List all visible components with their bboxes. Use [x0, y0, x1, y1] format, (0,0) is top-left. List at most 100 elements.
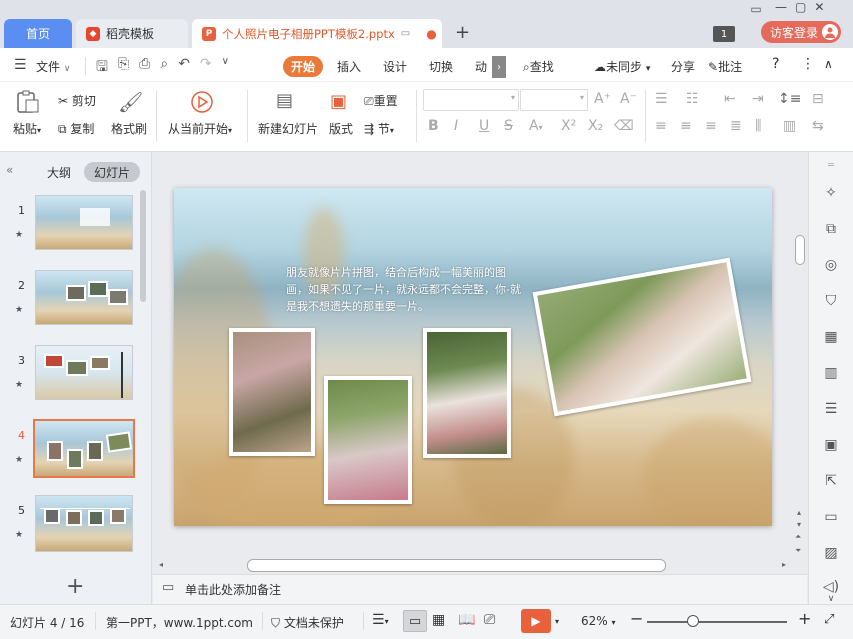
direction-icon[interactable]: ⇆ — [812, 118, 824, 134]
redo-icon[interactable]: ↷ — [200, 56, 212, 80]
menu-tab-design[interactable]: 设计 — [383, 58, 407, 75]
menu-tab-animation[interactable]: 动 — [475, 58, 487, 75]
close-icon[interactable]: ✕ — [814, 0, 824, 18]
slide-text-box[interactable]: 朋友就像片片拼图，结合后构成一幅美丽的图画，如果不见了一片，就永远都不会完整，你… — [286, 264, 526, 315]
bold-icon[interactable]: B — [428, 118, 439, 134]
scroll-right-icon[interactable]: ▸ — [782, 560, 786, 569]
drag-handle-icon[interactable]: ═ — [822, 156, 840, 174]
fill-icon[interactable]: ⛉ — [822, 292, 840, 310]
normal-view-icon[interactable]: ▭ — [403, 610, 427, 632]
italic-icon[interactable]: I — [454, 118, 458, 134]
maximize-icon[interactable]: ▢ — [795, 0, 806, 18]
guest-login-button[interactable]: 访客登录 — [761, 21, 841, 43]
slide-thumbnail[interactable] — [35, 270, 133, 325]
collapse-panel-icon[interactable]: « — [6, 163, 13, 177]
next-slide-icon[interactable]: ⏷ — [795, 546, 801, 556]
reset-button[interactable]: ⎚重置 — [364, 92, 398, 109]
add-slide-button[interactable]: + — [66, 574, 84, 599]
distribute-icon[interactable]: ⫼ — [755, 118, 761, 134]
section-button[interactable]: ⇶ 节▾ — [364, 120, 394, 137]
photo-frame[interactable] — [229, 328, 315, 456]
help-icon[interactable]: ? — [772, 56, 779, 72]
presenter-view-icon[interactable]: ⎚ — [484, 612, 495, 628]
new-slide-icon[interactable]: ▤ — [276, 90, 293, 111]
share-button[interactable]: 分享 — [671, 58, 695, 75]
collapse-ribbon-icon[interactable]: ∧ — [824, 57, 833, 71]
justify-icon[interactable]: ≣ — [730, 118, 742, 134]
strikethrough-icon[interactable]: S — [504, 118, 513, 134]
zoom-in-icon[interactable]: + — [798, 609, 811, 628]
prev-slide-icon[interactable]: ⏶ — [795, 532, 801, 542]
document-protection[interactable]: ⛉ 文档未保护 — [271, 614, 344, 631]
tab-daoke-templates[interactable]: ◆ 稻壳模板 — [76, 19, 188, 48]
copy-button[interactable]: ⧉ 复制 — [58, 120, 94, 137]
sync-status[interactable]: ☁未同步 ▾ — [594, 58, 650, 75]
annotate-button[interactable]: ✎批注 — [708, 58, 742, 75]
settings-sliders-icon[interactable]: ☰ — [822, 400, 840, 418]
zoom-out-icon[interactable]: − — [630, 609, 643, 628]
menu-tab-start[interactable]: 开始 — [283, 56, 323, 77]
menu-scroll-right-icon[interactable]: › — [492, 56, 506, 78]
print-preview-icon[interactable]: ⌕ — [160, 56, 168, 80]
slide-thumbnail[interactable] — [35, 345, 133, 400]
underline-icon[interactable]: U — [479, 118, 489, 134]
share-out-icon[interactable]: ⇱ — [822, 472, 840, 490]
picture-icon[interactable]: ▨ — [822, 544, 840, 562]
vertical-scroll-thumb[interactable] — [795, 235, 805, 265]
font-color-icon[interactable]: A▾ — [529, 118, 543, 134]
decrease-font-icon[interactable]: A⁻ — [620, 91, 637, 107]
columns-icon[interactable]: ▥ — [783, 118, 796, 134]
align-center-icon[interactable]: ≡ — [680, 118, 692, 134]
photo-frame[interactable] — [532, 257, 752, 417]
increase-font-icon[interactable]: A⁺ — [594, 91, 611, 107]
slideshow-play-button[interactable]: ▶ — [521, 609, 551, 633]
zoom-level[interactable]: 62% ▾ — [581, 614, 616, 628]
layout-icon[interactable]: ▣ — [330, 91, 347, 112]
archive-icon[interactable]: ▭ — [822, 508, 840, 526]
font-family-select[interactable]: ▾ — [423, 89, 519, 111]
notes-toggle-icon[interactable]: ☰▾ — [372, 612, 389, 628]
scroll-up-icon[interactable]: ▴ — [797, 508, 801, 517]
menu-tab-transition[interactable]: 切换 — [429, 58, 453, 75]
paste-button[interactable]: 粘贴▾ — [13, 120, 41, 137]
export-icon[interactable]: ⎘ — [118, 56, 129, 80]
align-left-icon[interactable]: ≡ — [655, 118, 667, 134]
grid-layout-icon[interactable]: ▦ — [822, 328, 840, 346]
reading-view-icon[interactable]: 📖 — [458, 612, 475, 628]
paste-icon[interactable] — [14, 90, 40, 114]
notes-placeholder[interactable]: 单击此处添加备注 — [185, 581, 281, 598]
photo-frame[interactable] — [423, 328, 511, 458]
horizontal-scroll-thumb[interactable] — [247, 559, 666, 572]
format-painter-icon[interactable]: 🖌 — [118, 90, 143, 114]
slide-thumbnail[interactable] — [35, 195, 133, 250]
slide-thumbnail[interactable] — [35, 495, 133, 552]
tab-outline[interactable]: 大纲 — [40, 162, 78, 182]
more-chevron-icon[interactable]: ∨ — [222, 56, 229, 80]
numbered-list-icon[interactable]: ☷ — [686, 91, 699, 107]
new-tab-button[interactable]: + — [455, 22, 470, 43]
image-gallery-icon[interactable]: ▣ — [822, 436, 840, 454]
slide-thumbnail-selected[interactable] — [33, 419, 135, 478]
subscript-icon[interactable]: X₂ — [588, 118, 603, 134]
shapes-icon[interactable]: ◎ — [822, 256, 840, 274]
save-icon[interactable]: 🖫 — [96, 56, 108, 80]
indent-icon[interactable]: ⇥ — [752, 91, 764, 107]
font-size-select[interactable]: ▾ — [520, 89, 588, 111]
zoom-slider[interactable] — [647, 621, 787, 623]
chart-icon[interactable]: ▥ — [822, 364, 840, 382]
slide-sorter-icon[interactable]: ▦ — [432, 612, 445, 628]
author-text[interactable]: 第一PPT，www.1ppt.com — [106, 614, 253, 631]
layout-button[interactable]: 版式 — [329, 120, 353, 137]
file-menu[interactable]: 文件 ∨ — [36, 58, 70, 75]
layout-icon[interactable]: ▭ — [744, 0, 768, 18]
bullet-list-icon[interactable]: ☰ — [655, 91, 668, 107]
notification-badge[interactable]: 1 — [713, 26, 735, 42]
format-painter-button[interactable]: 格式刷 — [111, 120, 147, 137]
chevron-down-icon[interactable]: ▾ — [555, 617, 559, 626]
tab-document[interactable]: P 个人照片电子相册PPT模板2.pptx ▭ ● — [192, 19, 442, 48]
search-button[interactable]: ⌕查找 — [523, 58, 554, 75]
menu-tab-insert[interactable]: 插入 — [337, 58, 361, 75]
clear-format-icon[interactable]: ⌫ — [614, 118, 634, 134]
object-properties-icon[interactable]: ⧉ — [822, 220, 840, 238]
line-spacing-icon[interactable]: ↕≡ — [778, 91, 801, 107]
